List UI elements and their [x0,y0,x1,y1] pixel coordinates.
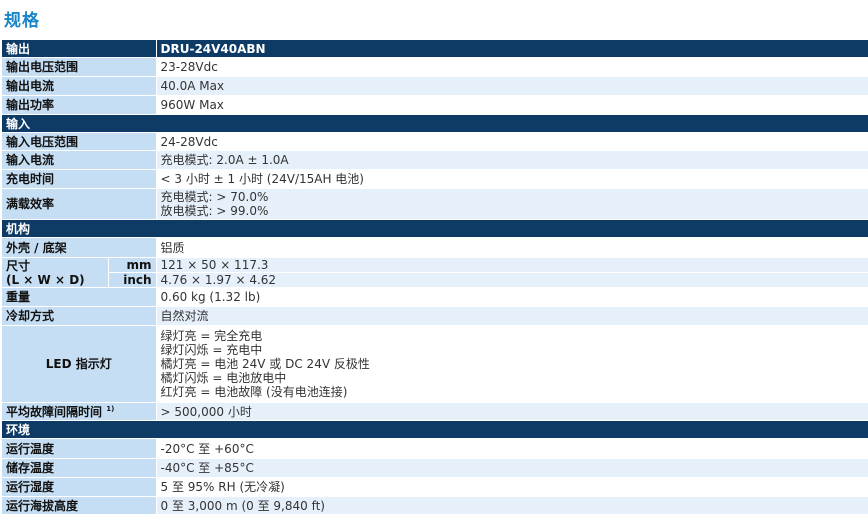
row-label: 运行温度 [2,438,157,459]
row-label: LED 指示灯 [2,325,157,403]
spec-row-dimensions-mm: 尺寸 (L × W × D) mm 121 × 50 × 117.3 [2,257,868,288]
row-label: 输入电流 [2,150,157,170]
spec-row-cooling: 冷却方式 自然对流 [2,306,868,326]
row-label: 重量 [2,287,157,307]
dimensions-label-line: (L × W × D) [6,272,85,287]
spec-row-output-power: 输出功率 960W Max [2,95,868,115]
row-label: 平均故障间隔时间 1) [2,402,157,421]
value-line: 绿灯闪烁 = 充电中 [160,343,263,357]
value-line: 绿灯亮 = 完全充电 [160,329,263,343]
row-value: -20°C 至 +60°C [156,438,868,459]
unit-label-inch: inch [107,272,157,288]
row-label: 运行海拔高度 [2,496,157,515]
row-label: 满载效率 [2,188,157,220]
row-value: 23-28Vdc [156,57,868,77]
section-label: 输入 [2,114,868,133]
row-value: 5 至 95% RH (无冷凝) [156,477,868,497]
value-line: 橘灯亮 = 电池 24V 或 DC 24V 反极性 [160,357,370,371]
value-line: 红灯亮 = 电池故障 (没有电池连接) [160,385,348,399]
spec-row-housing: 外壳 / 底架 铝质 [2,237,868,258]
section-input-header: 输入 [2,114,868,133]
row-label: 输出功率 [2,95,157,115]
mtbf-label-text: 平均故障间隔时间 [6,404,103,419]
spec-row-operating-temp: 运行温度 -20°C 至 +60°C [2,438,868,459]
spec-row-storage-temp: 储存温度 -40°C 至 +85°C [2,458,868,478]
row-value: 充电模式: 2.0A ± 1.0A [156,150,868,170]
unit-label-mm: mm [107,257,157,273]
footnote-marker: 1) [106,404,115,413]
page-title: 规格 [4,11,40,31]
row-value: 24-28Vdc [156,132,868,151]
section-label: 环境 [2,420,868,439]
row-value: -40°C 至 +85°C [156,458,868,478]
spec-row-dimensions-inch: inch 4.76 × 1.97 × 4.62 [2,272,868,288]
spec-row-charge-time: 充电时间 < 3 小时 ± 1 小时 (24V/15AH 电池) [2,169,868,189]
section-label: 输出 [2,40,157,58]
spec-row-efficiency: 满载效率 充电模式: > 70.0% 放电模式: > 99.0% [2,188,868,220]
value-line: 充电模式: > 70.0% [160,190,269,204]
row-label: 冷却方式 [2,306,157,326]
value-line: 橘灯闪烁 = 电池放电中 [160,371,287,385]
row-value: < 3 小时 ± 1 小时 (24V/15AH 电池) [156,169,868,189]
row-label: 运行湿度 [2,477,157,497]
row-value: 充电模式: > 70.0% 放电模式: > 99.0% [156,188,868,220]
spec-row-weight: 重量 0.60 kg (1.32 lb) [2,287,868,307]
row-value: 40.0A Max [156,76,868,96]
dimensions-label: 尺寸 (L × W × D) [2,257,109,288]
spec-row-input-current: 输入电流 充电模式: 2.0A ± 1.0A [2,150,868,170]
model-name: DRU-24V40ABN [155,40,868,58]
row-label: 输出电流 [2,76,157,96]
value-line: 放电模式: > 99.0% [160,204,269,218]
row-label: 储存温度 [2,458,157,478]
section-environment-header: 环境 [2,420,868,439]
dimensions-label-line: 尺寸 [6,258,31,273]
section-mechanical-header: 机构 [2,219,868,238]
row-value: 0.60 kg (1.32 lb) [156,287,868,307]
spec-table: 输出 DRU-24V40ABN 输出电压范围 23-28Vdc 输出电流 40.… [2,40,868,515]
row-label: 输入电压范围 [2,132,157,151]
row-value: 0 至 3,000 m (0 至 9,840 ft) [156,496,868,515]
spec-row-led: LED 指示灯 绿灯亮 = 完全充电 绿灯闪烁 = 充电中 橘灯亮 = 电池 2… [2,325,868,403]
row-value: 绿灯亮 = 完全充电 绿灯闪烁 = 充电中 橘灯亮 = 电池 24V 或 DC … [156,325,868,403]
row-value: 自然对流 [156,306,868,326]
row-label: 充电时间 [2,169,157,189]
spec-row-mtbf: 平均故障间隔时间 1) > 500,000 小时 [2,402,868,421]
row-label: 外壳 / 底架 [2,237,157,258]
row-value-inch: 4.76 × 1.97 × 4.62 [156,272,868,288]
row-value: 960W Max [156,95,868,115]
row-value-mm: 121 × 50 × 117.3 [156,257,868,273]
row-label: 输出电压范围 [2,57,157,77]
section-label: 机构 [2,219,868,238]
row-value: 铝质 [156,237,868,258]
spec-row-output-current: 输出电流 40.0A Max [2,76,868,96]
spec-row-output-voltage: 输出电压范围 23-28Vdc [2,57,868,77]
row-value: > 500,000 小时 [156,402,868,421]
spec-row-input-voltage: 输入电压范围 24-28Vdc [2,132,868,151]
spec-row-humidity: 运行湿度 5 至 95% RH (无冷凝) [2,477,868,497]
spec-row-altitude: 运行海拔高度 0 至 3,000 m (0 至 9,840 ft) [2,496,868,515]
section-output-header: 输出 DRU-24V40ABN [2,40,868,58]
